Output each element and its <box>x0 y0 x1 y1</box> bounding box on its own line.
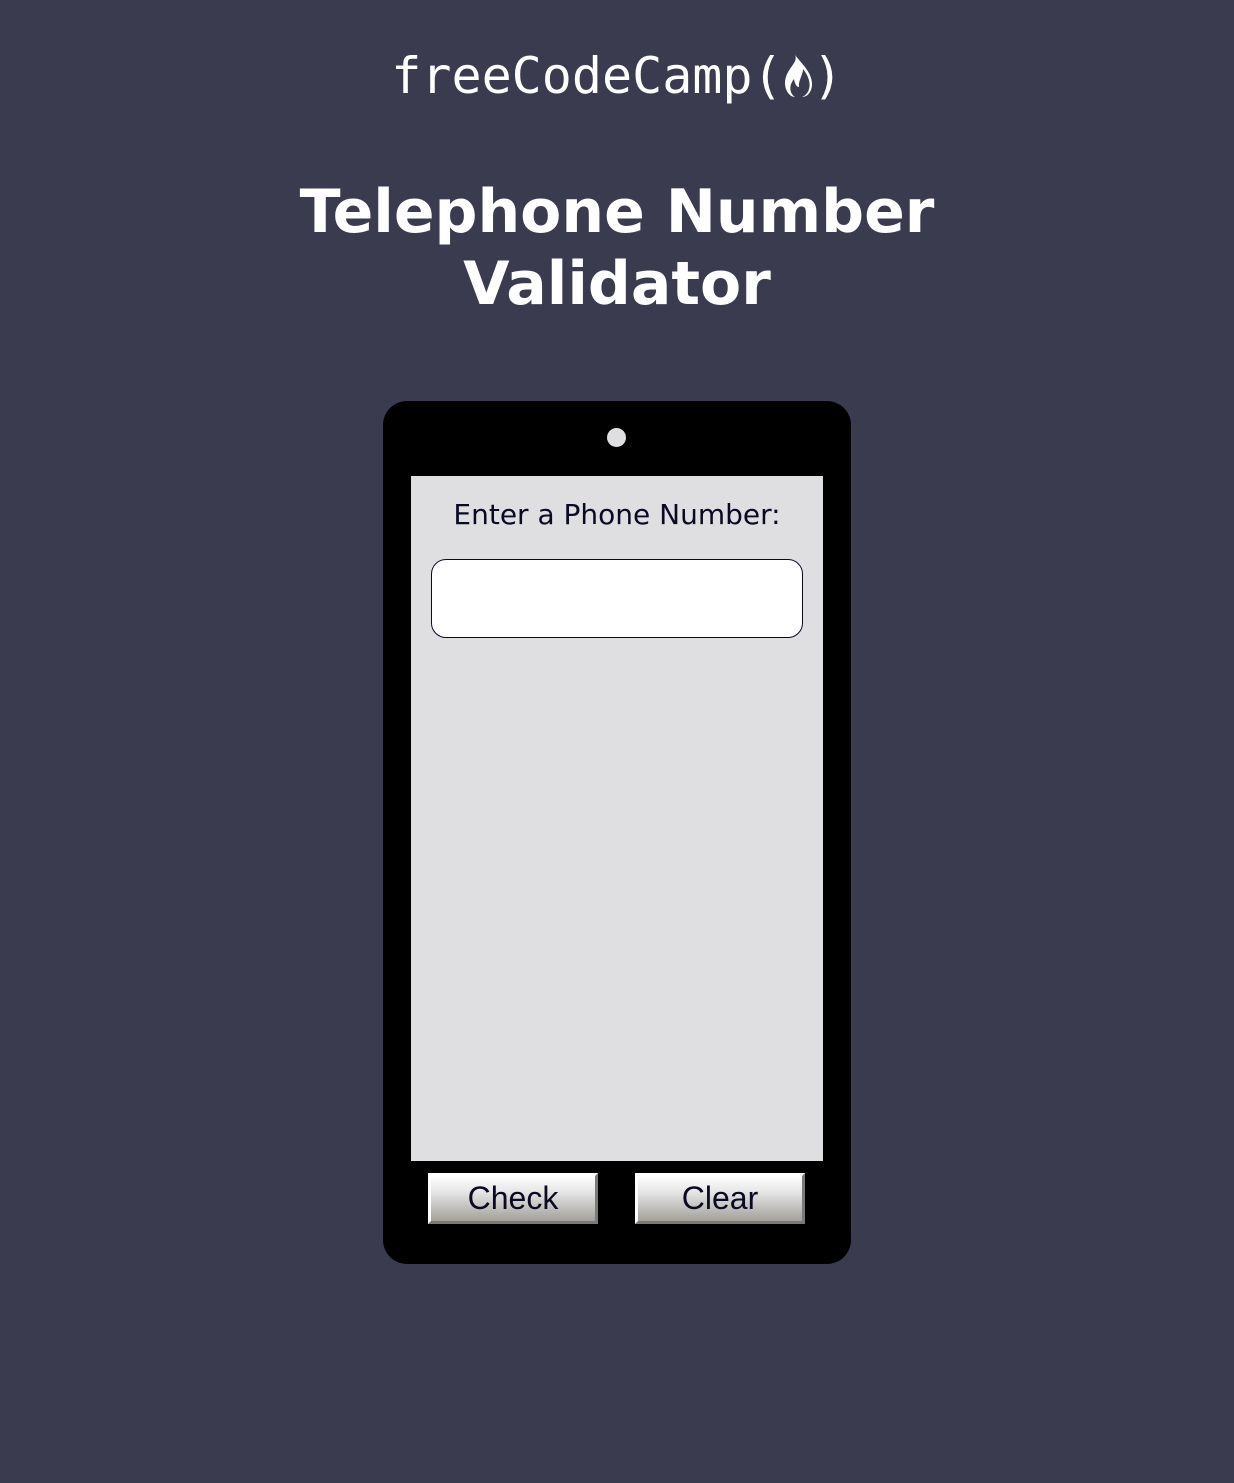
phone-number-input[interactable] <box>431 559 803 638</box>
phone-number-label: Enter a Phone Number: <box>453 498 781 531</box>
phone-device: Enter a Phone Number: Check Clear <box>383 401 851 1264</box>
flame-icon <box>784 55 812 97</box>
check-button[interactable]: Check <box>428 1173 598 1224</box>
camera-dot <box>607 428 626 447</box>
phone-screen: Enter a Phone Number: <box>411 476 823 1161</box>
freecodecamp-logo: freeCodeCamp ( ) <box>0 44 1234 108</box>
logo-open-paren: ( <box>752 47 783 105</box>
page-title-line-1: Telephone Number <box>299 177 935 247</box>
logo-close-paren: ) <box>812 47 843 105</box>
logo-text: freeCodeCamp <box>391 47 753 105</box>
page-title: Telephone Number Validator <box>0 176 1234 320</box>
clear-button[interactable]: Clear <box>635 1173 805 1224</box>
page-title-line-2: Validator <box>463 249 771 319</box>
